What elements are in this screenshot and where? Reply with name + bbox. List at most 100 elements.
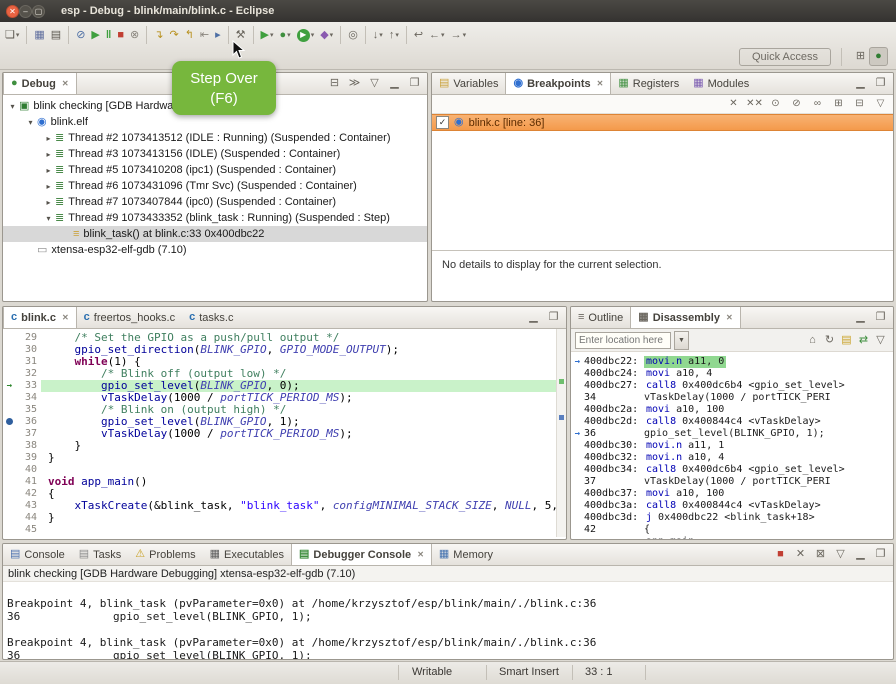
close-icon[interactable]: ✕ bbox=[726, 313, 733, 322]
maximize-icon[interactable]: ❐ bbox=[872, 75, 889, 92]
drop-to-frame-icon[interactable]: ⇤ bbox=[197, 24, 212, 46]
quick-access-button[interactable]: Quick Access bbox=[739, 48, 831, 66]
tree-row[interactable]: ▸≣Thread #6 1073431096 (Tmr Svc) (Suspen… bbox=[3, 178, 427, 194]
view-menu-icon[interactable]: ▽ bbox=[832, 546, 849, 563]
terminate-icon[interactable]: ■ bbox=[114, 24, 127, 46]
skip-all-breakpoints-icon[interactable]: ⊘ bbox=[73, 24, 88, 46]
editor-marker-bar[interactable] bbox=[3, 416, 16, 428]
expander-icon[interactable]: ▾ bbox=[43, 214, 54, 223]
open-perspective-icon[interactable]: ⊞ bbox=[852, 48, 869, 65]
breakpoint-row[interactable]: ✓◉blink.c [line: 36] bbox=[432, 114, 893, 131]
view-menu-icon[interactable]: ▽ bbox=[872, 332, 889, 349]
collapse-all-icon[interactable]: ⊟ bbox=[851, 96, 868, 113]
expander-icon[interactable]: ▸ bbox=[43, 134, 54, 143]
remove-all-breakpoints-icon[interactable]: ✕✕ bbox=[746, 96, 763, 113]
console-tab-memory[interactable]: ▦Memory bbox=[432, 544, 500, 565]
chevron-down-icon[interactable]: ▼ bbox=[674, 331, 689, 350]
tree-row[interactable]: ▸≣Thread #3 1073413156 (IDLE) (Suspended… bbox=[3, 146, 427, 162]
resume-icon[interactable]: ▶ bbox=[88, 24, 102, 46]
maximize-icon[interactable]: ❐ bbox=[545, 309, 562, 326]
close-icon[interactable]: ✕ bbox=[62, 79, 69, 88]
editor-tab-freertos-hooks-c[interactable]: cfreertos_hooks.c bbox=[77, 307, 182, 328]
debug-tab-debug[interactable]: ●Debug✕ bbox=[3, 73, 77, 94]
console-tab-problems[interactable]: ⚠Problems bbox=[128, 544, 202, 565]
save-icon[interactable]: ▦ bbox=[31, 24, 47, 46]
forward-icon[interactable]: →▾ bbox=[448, 24, 470, 46]
editor-marker-bar[interactable] bbox=[3, 524, 16, 536]
back-icon[interactable]: ←▾ bbox=[426, 24, 448, 46]
link-with-debug-icon[interactable]: ∞ bbox=[809, 96, 826, 113]
tree-row[interactable]: ▸≣Thread #2 1073413512 (IDLE : Running) … bbox=[3, 130, 427, 146]
editor-marker-bar[interactable] bbox=[3, 452, 16, 464]
breakpoints-list[interactable]: ✓◉blink.c [line: 36] bbox=[432, 114, 893, 250]
breakpoint-dot-icon[interactable] bbox=[6, 418, 13, 425]
tree-row[interactable]: ▸≣Thread #7 1073407844 (ipc0) (Suspended… bbox=[3, 194, 427, 210]
editor-marker-bar[interactable] bbox=[3, 368, 16, 380]
step-return-icon[interactable]: ↰ bbox=[182, 24, 197, 46]
close-icon[interactable]: ✕ bbox=[597, 79, 604, 88]
debug-launch-tree[interactable]: ▾▣blink checking [GDB Hardware Debugging… bbox=[3, 95, 427, 258]
maximize-icon[interactable]: ❐ bbox=[872, 546, 889, 563]
editor-marker-bar[interactable] bbox=[3, 440, 16, 452]
breakpoints-tab-variables[interactable]: ▤Variables bbox=[432, 73, 505, 94]
breakpoints-tab-breakpoints[interactable]: ◉Breakpoints✕ bbox=[505, 73, 611, 94]
console-tab-executables[interactable]: ▦Executables bbox=[203, 544, 291, 565]
editor-marker-bar[interactable]: → bbox=[3, 380, 16, 392]
breakpoint-checkbox[interactable]: ✓ bbox=[436, 116, 449, 129]
code-editor[interactable]: 29 /* Set the GPIO as a push/pull output… bbox=[3, 329, 566, 536]
terminate-icon[interactable]: ■ bbox=[772, 546, 789, 563]
maximize-icon[interactable]: ❐ bbox=[872, 309, 889, 326]
skip-all-breakpoints-icon[interactable]: ⊘ bbox=[788, 96, 805, 113]
expander-icon[interactable]: ▾ bbox=[7, 102, 18, 111]
home-icon[interactable]: ⌂ bbox=[804, 332, 821, 349]
close-icon[interactable]: ✕ bbox=[62, 313, 69, 322]
disassembly-tab-outline[interactable]: ≡Outline bbox=[571, 307, 630, 328]
debug-perspective-icon[interactable]: ● bbox=[869, 47, 888, 66]
tree-row[interactable]: ▸≣Thread #5 1073410208 (ipc1) (Suspended… bbox=[3, 162, 427, 178]
close-button[interactable]: ✕ bbox=[6, 5, 19, 18]
tree-row[interactable]: ▾◉blink.elf bbox=[3, 114, 427, 130]
external-tools-icon[interactable]: ▶▾ bbox=[258, 24, 277, 46]
collapse-all-icon[interactable]: ⊟ bbox=[326, 75, 343, 92]
disassembly-listing[interactable]: →400dbc22:movi.n a11, 0400dbc24:movi a10… bbox=[571, 352, 893, 540]
editor-marker-bar[interactable] bbox=[3, 464, 16, 476]
overview-ruler[interactable] bbox=[556, 329, 566, 537]
clear-console-icon[interactable]: ⊠ bbox=[812, 546, 829, 563]
expander-icon[interactable]: ▸ bbox=[43, 198, 54, 207]
editor-tab-blink-c[interactable]: cblink.c✕ bbox=[3, 307, 77, 328]
editor-marker-bar[interactable] bbox=[3, 476, 16, 488]
show-source-icon[interactable]: ▤ bbox=[838, 332, 855, 349]
minimize-icon[interactable]: ▁ bbox=[852, 75, 869, 92]
expander-icon[interactable]: ▾ bbox=[25, 118, 36, 127]
minimize-icon[interactable]: ▁ bbox=[852, 309, 869, 326]
console-tab-debugger-console[interactable]: ▤Debugger Console✕ bbox=[291, 544, 432, 565]
show-supported-breakpoints-icon[interactable]: ⊙ bbox=[767, 96, 784, 113]
search-icon[interactable]: ◎ bbox=[345, 24, 361, 46]
run-icon[interactable]: ▶▾ bbox=[294, 24, 318, 46]
editor-tab-tasks-c[interactable]: ctasks.c bbox=[182, 307, 240, 328]
expand-all-icon[interactable]: ⊞ bbox=[830, 96, 847, 113]
expander-icon[interactable]: ▸ bbox=[43, 150, 54, 159]
console-output[interactable]: Breakpoint 4, blink_task (pvParameter=0x… bbox=[3, 582, 893, 660]
maximize-icon[interactable]: ❐ bbox=[406, 75, 423, 92]
remove-breakpoint-icon[interactable]: ✕ bbox=[725, 96, 742, 113]
tree-row[interactable]: ▭xtensa-esp32-elf-gdb (7.10) bbox=[3, 242, 427, 258]
editor-marker-bar[interactable] bbox=[3, 488, 16, 500]
tree-row[interactable]: ▾≣Thread #9 1073433352 (blink_task : Run… bbox=[3, 210, 427, 226]
editor-marker-bar[interactable] bbox=[3, 344, 16, 356]
suspend-icon[interactable]: ‖ bbox=[103, 24, 114, 46]
instruction-stepping-icon[interactable]: ▸ bbox=[212, 24, 224, 46]
remove-launch-icon[interactable]: ✕ bbox=[792, 546, 809, 563]
minimize-icon[interactable]: ▁ bbox=[525, 309, 542, 326]
last-edit-location-icon[interactable]: ↩ bbox=[411, 24, 426, 46]
view-menu-icon[interactable]: ▽ bbox=[872, 96, 889, 113]
editor-marker-bar[interactable] bbox=[3, 332, 16, 344]
minimize-icon[interactable]: ▁ bbox=[852, 546, 869, 563]
breakpoints-tab-registers[interactable]: ▦Registers bbox=[611, 73, 686, 94]
previous-annotation-icon[interactable]: ↑▾ bbox=[386, 24, 402, 46]
editor-marker-bar[interactable] bbox=[3, 500, 16, 512]
refresh-icon[interactable]: ↻ bbox=[821, 332, 838, 349]
location-input[interactable] bbox=[575, 332, 671, 349]
step-filters-icon[interactable]: ≫ bbox=[346, 75, 363, 92]
minimize-button[interactable]: – bbox=[19, 5, 32, 18]
